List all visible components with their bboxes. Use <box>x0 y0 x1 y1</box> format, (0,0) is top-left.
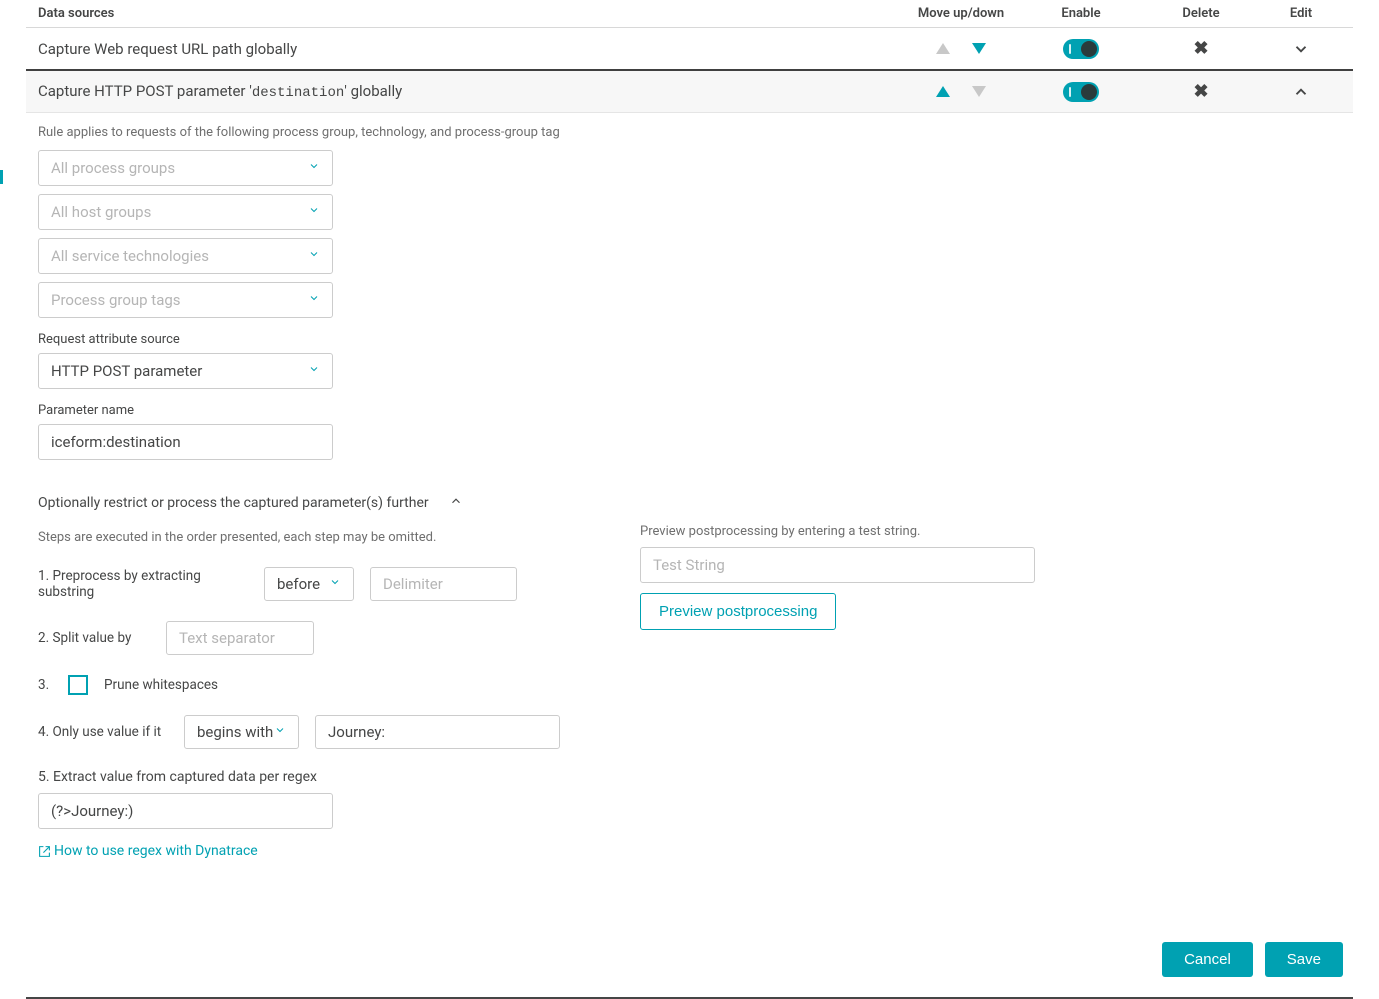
save-button[interactable]: Save <box>1265 942 1343 977</box>
steps-description: Steps are executed in the order presente… <box>38 530 560 545</box>
select-text: begins with <box>197 723 273 741</box>
parameter-name-label: Parameter name <box>38 403 1341 418</box>
move-up-icon[interactable] <box>936 86 950 97</box>
move-down-icon[interactable] <box>972 86 986 97</box>
step-1-row: 1. Preprocess by extracting substring be… <box>38 567 560 601</box>
move-down-icon[interactable] <box>972 43 986 54</box>
enable-toggle[interactable] <box>1063 39 1099 59</box>
select-text: All host groups <box>51 203 151 221</box>
chevron-down-icon <box>274 724 286 740</box>
request-attr-source-label: Request attribute source <box>38 332 1341 347</box>
optional-section-header[interactable]: Optionally restrict or process the captu… <box>38 494 1341 512</box>
step-2-label: 2. Split value by <box>38 630 150 646</box>
step-3-checkbox[interactable] <box>68 675 88 695</box>
service-tech-select[interactable]: All service technologies <box>38 238 333 274</box>
header-delete: Delete <box>1141 6 1261 21</box>
select-text: All service technologies <box>51 247 209 265</box>
row-title-before: Capture HTTP POST parameter ' <box>38 82 252 100</box>
collapse-icon[interactable] <box>1292 83 1310 101</box>
chevron-down-icon <box>308 292 320 308</box>
bottom-divider <box>26 997 1353 999</box>
data-sources-header: Data sources Move up/down Enable Delete … <box>26 0 1353 28</box>
select-text: Process group tags <box>51 291 181 309</box>
request-attr-source-select[interactable]: HTTP POST parameter <box>38 353 333 389</box>
regex-help-label: How to use regex with Dynatrace <box>54 843 258 859</box>
header-edit: Edit <box>1261 6 1341 21</box>
step-3-row: 3. Prune whitespaces <box>38 675 560 695</box>
step-1-label: 1. Preprocess by extracting substring <box>38 568 248 600</box>
chevron-down-icon <box>308 248 320 264</box>
row-title: Capture HTTP POST parameter 'destination… <box>38 82 901 101</box>
step-2-separator-input[interactable] <box>166 621 314 655</box>
process-group-tags-select[interactable]: Process group tags <box>38 282 333 318</box>
select-text: HTTP POST parameter <box>51 362 202 380</box>
select-text: All process groups <box>51 159 175 177</box>
chevron-up-icon <box>449 494 463 512</box>
step-2-row: 2. Split value by <box>38 621 560 655</box>
cancel-button[interactable]: Cancel <box>1162 942 1253 977</box>
accent-bar <box>0 170 3 184</box>
parameter-name-input[interactable] <box>38 424 333 460</box>
chevron-down-icon <box>308 204 320 220</box>
preview-description: Preview postprocessing by entering a tes… <box>640 524 1035 539</box>
regex-help-link[interactable]: How to use regex with Dynatrace <box>38 843 258 859</box>
expand-icon[interactable] <box>1292 40 1310 58</box>
header-data-sources: Data sources <box>38 6 901 21</box>
preview-postprocessing-button[interactable]: Preview postprocessing <box>640 593 836 630</box>
step-5-label: 5. Extract value from captured data per … <box>38 769 560 785</box>
delete-icon[interactable]: ✖ <box>1193 38 1208 59</box>
row-title: Capture Web request URL path globally <box>38 40 901 58</box>
step-1-delimiter-input[interactable] <box>370 567 517 601</box>
preview-test-string-input[interactable] <box>640 547 1035 583</box>
chevron-down-icon <box>329 576 341 592</box>
header-move: Move up/down <box>901 6 1021 21</box>
step-4-value-input[interactable] <box>315 715 560 749</box>
select-text: before <box>277 575 320 593</box>
optional-header-label: Optionally restrict or process the captu… <box>38 495 429 511</box>
header-enable: Enable <box>1021 6 1141 21</box>
step-3-num: 3. <box>38 677 52 693</box>
row-title-code: destination <box>252 85 344 101</box>
step-3-label: Prune whitespaces <box>104 677 218 693</box>
footer-actions: Cancel Save <box>0 902 1379 997</box>
enable-toggle[interactable] <box>1063 82 1099 102</box>
chevron-down-icon <box>308 363 320 379</box>
rule-description: Rule applies to requests of the followin… <box>38 125 1341 140</box>
delete-icon[interactable]: ✖ <box>1193 81 1208 102</box>
host-groups-select[interactable]: All host groups <box>38 194 333 230</box>
chevron-down-icon <box>308 160 320 176</box>
step-4-row: 4. Only use value if it begins with <box>38 715 560 749</box>
step-5-regex-input[interactable] <box>38 793 333 829</box>
rule-form: Rule applies to requests of the followin… <box>26 113 1353 882</box>
data-source-row: Capture HTTP POST parameter 'destination… <box>26 71 1353 113</box>
step-1-position-select[interactable]: before <box>264 567 354 601</box>
external-link-icon <box>38 845 51 858</box>
move-up-icon[interactable] <box>936 43 950 54</box>
step-4-condition-select[interactable]: begins with <box>184 715 299 749</box>
data-source-row: Capture Web request URL path globally ✖ <box>26 28 1353 71</box>
process-groups-select[interactable]: All process groups <box>38 150 333 186</box>
row-title-after: ' globally <box>344 82 402 100</box>
step-4-label: 4. Only use value if it <box>38 724 168 740</box>
